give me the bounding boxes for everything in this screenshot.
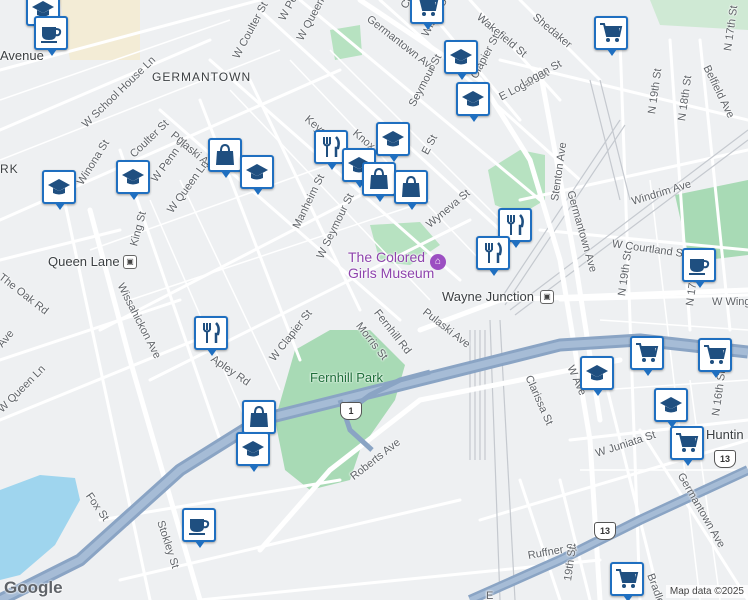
- coffee-icon: [41, 27, 62, 43]
- school-marker[interactable]: [580, 356, 614, 396]
- fork-knife-icon: [203, 322, 220, 343]
- school-icon: [122, 169, 144, 185]
- grocery-marker[interactable]: [630, 336, 664, 376]
- google-logo: Google: [4, 578, 63, 597]
- museum-label-line1: The Colored: [348, 249, 426, 265]
- school-icon: [242, 441, 264, 457]
- school-icon: [246, 164, 268, 180]
- shopping-bag-icon: [370, 167, 388, 189]
- grocery-marker[interactable]: [410, 0, 444, 30]
- route-shield-us-13: 13: [594, 522, 616, 540]
- school-marker[interactable]: [654, 388, 688, 428]
- station-label-queen-lane[interactable]: Queen Lane: [48, 254, 120, 269]
- grocery-marker[interactable]: [594, 16, 628, 56]
- restaurant-marker[interactable]: [194, 316, 228, 356]
- shopping-cart-icon: [616, 569, 639, 588]
- school-icon: [660, 397, 682, 413]
- map-canvas[interactable]: GERMANTOWN RK W Penn St W Queen Ln W Cou…: [0, 0, 748, 600]
- school-marker[interactable]: [444, 40, 478, 80]
- fork-knife-icon: [323, 136, 340, 157]
- neighborhood-label-germantown: GERMANTOWN: [152, 70, 252, 84]
- train-station-icon[interactable]: ▣: [123, 255, 137, 269]
- school-marker[interactable]: [42, 170, 76, 210]
- train-station-icon[interactable]: ▣: [540, 290, 554, 304]
- street-label: E: [486, 590, 494, 600]
- park-label-fernhill[interactable]: Fernhill Park: [310, 370, 383, 385]
- shopping-cart-icon: [676, 433, 699, 452]
- neighborhood-label-park: RK: [0, 162, 19, 176]
- place-label-hunting: Huntin: [706, 427, 744, 442]
- shopping-cart-icon: [704, 345, 727, 364]
- shopping-marker[interactable]: [242, 400, 276, 440]
- school-marker[interactable]: [236, 432, 270, 472]
- shopping-bag-icon: [402, 175, 420, 197]
- route-shield-us-13: 13: [714, 450, 736, 468]
- coffee-icon: [689, 259, 710, 275]
- fork-knife-icon: [485, 242, 502, 263]
- place-label-avenue: Avenue: [0, 48, 44, 63]
- shopping-marker[interactable]: [208, 138, 242, 178]
- school-marker[interactable]: [240, 155, 274, 195]
- school-icon: [48, 179, 70, 195]
- grocery-marker[interactable]: [698, 338, 732, 378]
- coffee-marker[interactable]: [34, 16, 68, 56]
- coffee-marker[interactable]: [182, 508, 216, 548]
- school-icon: [462, 91, 484, 107]
- fork-knife-icon: [507, 214, 524, 235]
- shopping-marker[interactable]: [362, 162, 396, 202]
- museum-label-line2: Girls Museum: [348, 265, 435, 281]
- grocery-marker[interactable]: [670, 426, 704, 466]
- museum-label[interactable]: The Colored Girls Museum: [348, 249, 434, 281]
- map-data-credit[interactable]: Map data ©2025: [665, 585, 748, 598]
- coffee-icon: [189, 519, 210, 535]
- shopping-cart-icon: [600, 23, 623, 42]
- school-marker[interactable]: [116, 160, 150, 200]
- coffee-marker[interactable]: [682, 248, 716, 288]
- school-icon: [450, 49, 472, 65]
- shopping-cart-icon: [636, 343, 659, 362]
- school-marker[interactable]: [376, 122, 410, 162]
- restaurant-marker[interactable]: [476, 236, 510, 276]
- route-shield-us-1: 1: [340, 402, 362, 420]
- shopping-marker[interactable]: [394, 170, 428, 210]
- shopping-bag-icon: [216, 143, 234, 165]
- street-label: W Wingo: [712, 296, 748, 308]
- grocery-marker[interactable]: [610, 562, 644, 600]
- shopping-bag-icon: [250, 405, 268, 427]
- shopping-cart-icon: [419, 0, 439, 16]
- school-marker[interactable]: [456, 82, 490, 122]
- school-icon: [382, 131, 404, 147]
- museum-icon[interactable]: ⌂: [430, 254, 446, 270]
- station-label-wayne-junction[interactable]: Wayne Junction: [442, 289, 534, 304]
- school-icon: [586, 365, 608, 381]
